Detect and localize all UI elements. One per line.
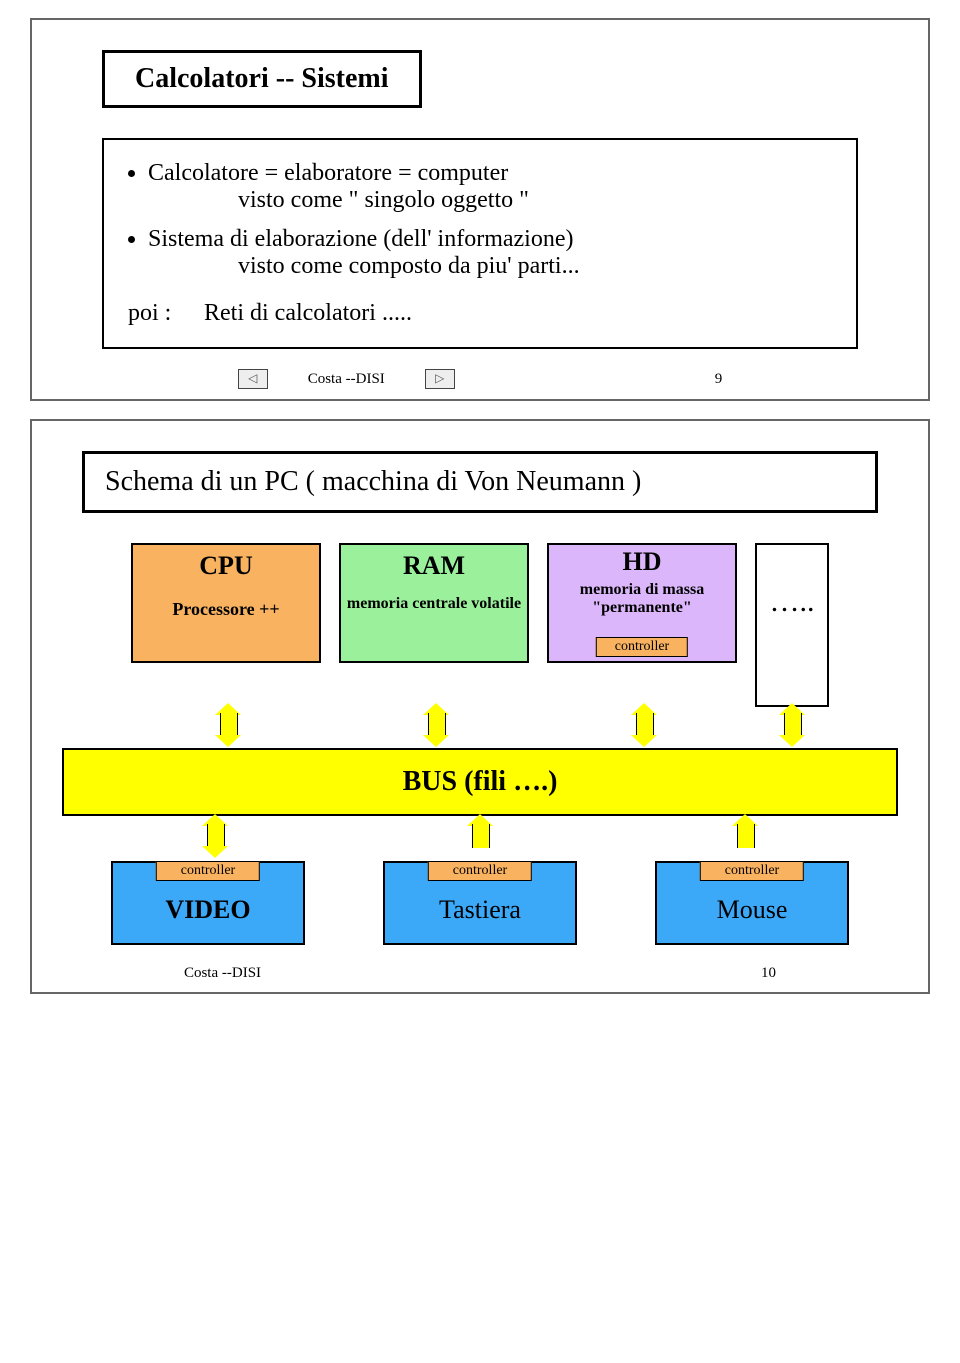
arrow-tastiera-bus <box>467 816 493 856</box>
footer-author: Costa --DISI <box>184 965 261 982</box>
slide2-title: Schema di un PC ( macchina di Von Neuman… <box>82 451 878 513</box>
ram-label: RAM <box>345 551 523 581</box>
bullet2-line2: visto come composto da piu' parti... <box>238 253 580 279</box>
video-label: VIDEO <box>113 895 303 925</box>
arrow-hd-bus <box>631 705 657 745</box>
mouse-block: controller Mouse <box>655 861 849 945</box>
hd-block: HD memoria di massa "permanente" control… <box>547 543 737 663</box>
bullet-calcolatore: Calcolatore = elaboratore = computer vis… <box>148 160 832 214</box>
arrow-ram-bus <box>423 705 449 745</box>
tastiera-label: Tastiera <box>385 895 575 925</box>
poi-label: poi : <box>128 300 198 327</box>
slide1-body: Calcolatore = elaboratore = computer vis… <box>102 138 858 349</box>
bullet-sistema: Sistema di elaborazione (dell' informazi… <box>148 226 832 280</box>
poi-text: Reti di calcolatori ..... <box>204 300 412 326</box>
ram-block: RAM memoria centrale volatile <box>339 543 529 663</box>
footer-author: Costa --DISI <box>308 371 385 388</box>
tastiera-block: controller Tastiera <box>383 861 577 945</box>
video-block: controller VIDEO <box>111 861 305 945</box>
slide2-footer: Costa --DISI 10 <box>52 965 908 982</box>
slide-1: Calcolatori -- Sistemi Calcolatore = ela… <box>30 18 930 401</box>
hd-sub2: "permanente" <box>553 599 731 617</box>
prev-button[interactable]: ◁ <box>238 369 268 389</box>
cpu-sub: Processore ++ <box>137 599 315 620</box>
arrow-video-bus <box>202 816 228 856</box>
ellipsis-block: ….. <box>755 543 829 707</box>
hd-controller: controller <box>596 637 688 657</box>
top-arrows <box>62 705 898 750</box>
bus-bar: BUS (fili ….) <box>62 748 898 816</box>
footer-page: 10 <box>761 965 776 982</box>
bullet1-line2: visto come " singolo oggetto " <box>238 187 529 213</box>
mouse-controller: controller <box>700 861 804 881</box>
ram-sub: memoria centrale volatile <box>345 595 523 613</box>
hd-sub1: memoria di massa <box>553 581 731 599</box>
component-row: CPU Processore ++ RAM memoria centrale v… <box>62 543 898 707</box>
slide1-title: Calcolatori -- Sistemi <box>102 50 422 108</box>
hd-label: HD <box>553 547 731 577</box>
arrow-ext-bus <box>779 705 805 745</box>
arrow-cpu-bus <box>215 705 241 745</box>
cpu-block: CPU Processore ++ <box>131 543 321 663</box>
tastiera-controller: controller <box>428 861 532 881</box>
cpu-label: CPU <box>137 551 315 581</box>
mouse-label: Mouse <box>657 895 847 925</box>
video-controller: controller <box>156 861 260 881</box>
bullet2-line1: Sistema di elaborazione (dell' informazi… <box>148 226 574 252</box>
bottom-arrows <box>92 816 868 861</box>
io-row: controller VIDEO controller Tastiera con… <box>92 861 868 945</box>
slide-2: Schema di un PC ( macchina di Von Neuman… <box>30 419 930 994</box>
bullet1-line1: Calcolatore = elaboratore = computer <box>148 160 508 186</box>
slide1-footer: ◁ Costa --DISI ▷ 9 <box>72 369 888 389</box>
footer-page: 9 <box>715 371 723 388</box>
arrow-mouse-bus <box>732 816 758 856</box>
next-button[interactable]: ▷ <box>425 369 455 389</box>
